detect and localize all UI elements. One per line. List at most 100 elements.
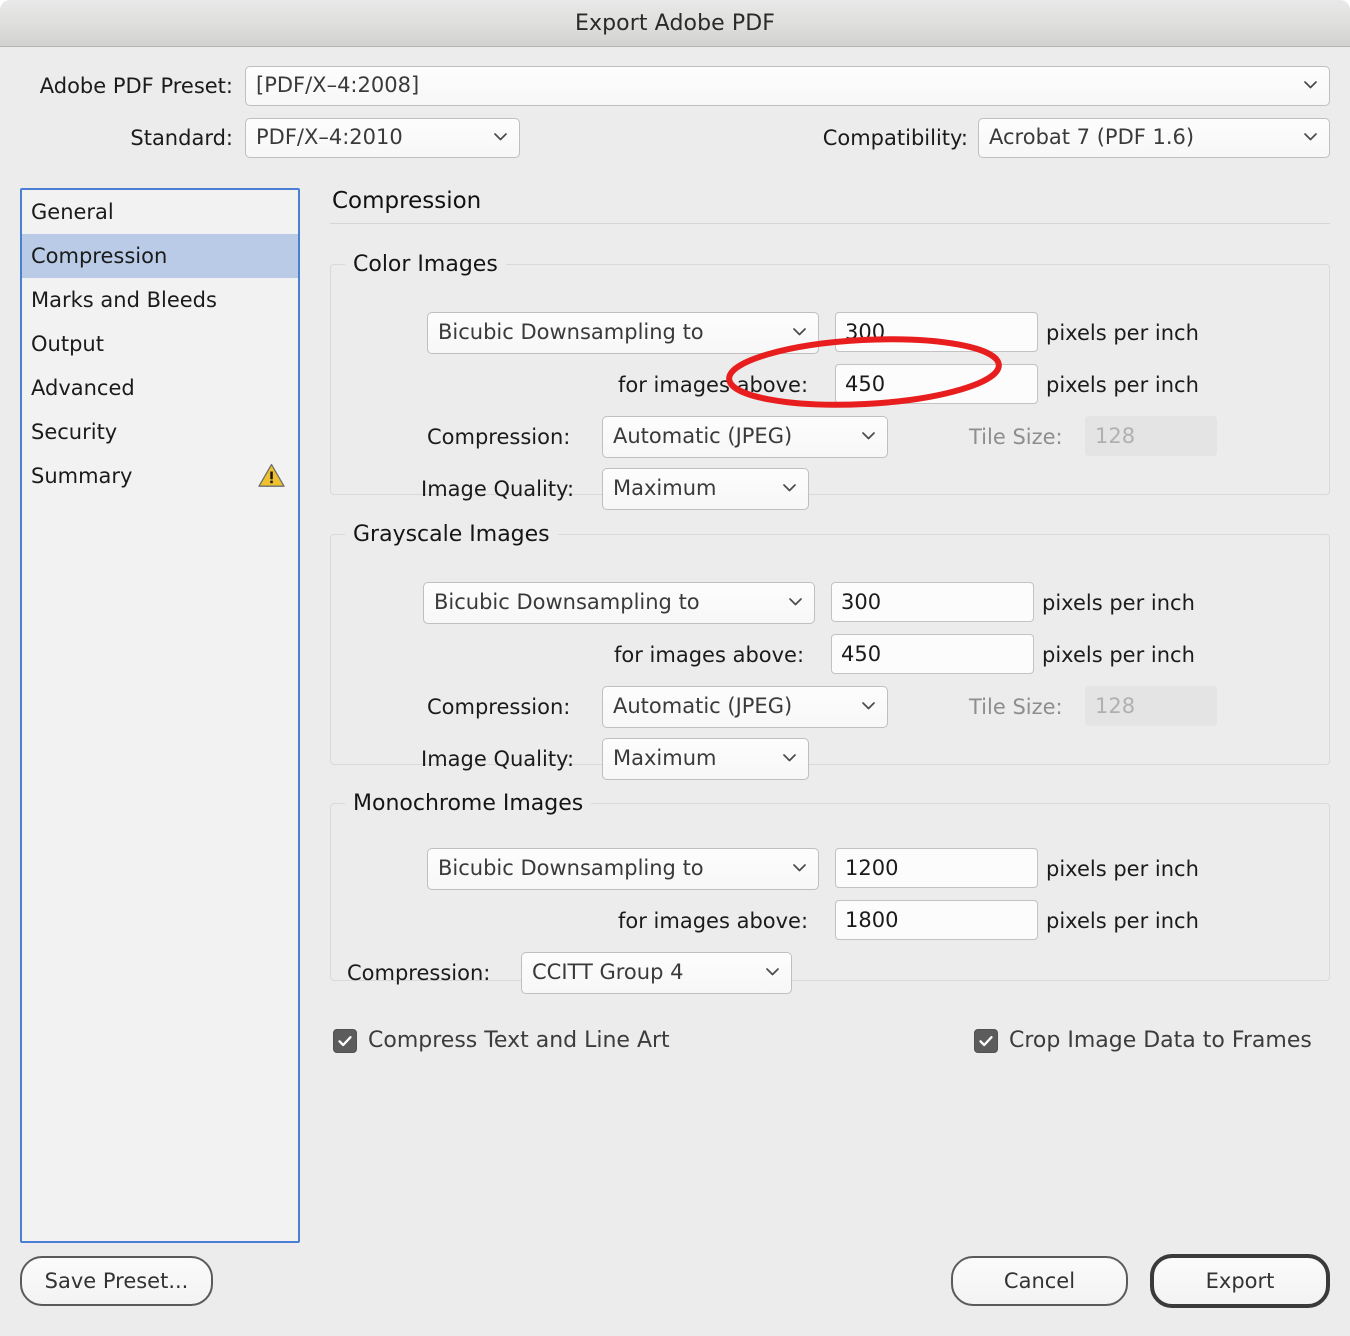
- compress-text-label: Compress Text and Line Art: [368, 1028, 670, 1053]
- chevron-down-icon: [862, 429, 875, 442]
- chevron-down-icon: [783, 751, 796, 764]
- crop-image-data-to-frames-checkbox[interactable]: Crop Image Data to Frames: [974, 1028, 1312, 1053]
- compatibility-dropdown[interactable]: Acrobat 7 (PDF 1.6): [978, 118, 1330, 158]
- grayscale-images-group: Grayscale Images Bicubic Downsampling to…: [330, 522, 1330, 780]
- sidebar-item-summary[interactable]: Summary: [22, 454, 298, 498]
- grayscale-compression-value: Automatic (JPEG): [613, 693, 793, 718]
- grayscale-above-unit-label: pixels per inch: [1042, 643, 1195, 667]
- chevron-down-icon: [1304, 78, 1317, 91]
- color-image-quality-dropdown[interactable]: Maximum: [602, 468, 809, 510]
- sidebar-item-output[interactable]: Output: [22, 322, 298, 366]
- sidebar-item-label: General: [31, 200, 114, 224]
- color-above-ppi-input[interactable]: 450: [835, 364, 1038, 404]
- standard-label: Standard:: [130, 126, 233, 150]
- crop-image-data-label: Crop Image Data to Frames: [1009, 1028, 1312, 1053]
- monochrome-above-ppi-input[interactable]: 1800: [835, 900, 1038, 940]
- color-above-unit-label: pixels per inch: [1046, 373, 1199, 397]
- chevron-down-icon: [1304, 130, 1317, 143]
- color-image-quality-label: Image Quality:: [421, 477, 575, 501]
- monochrome-above-label: for images above:: [618, 909, 809, 933]
- sidebar-item-label: Marks and Bleeds: [31, 288, 217, 312]
- export-label: Export: [1205, 1269, 1275, 1293]
- adobe-pdf-preset-dropdown[interactable]: [PDF/X–4:2008]: [245, 66, 1330, 106]
- color-downsample-unit-label: pixels per inch: [1046, 321, 1199, 345]
- chevron-down-icon: [783, 481, 796, 494]
- save-preset-button[interactable]: Save Preset...: [20, 1256, 213, 1306]
- color-images-legend: Color Images: [353, 252, 498, 277]
- save-preset-label: Save Preset...: [44, 1269, 189, 1293]
- checkbox-checked-icon: [974, 1028, 998, 1053]
- compatibility-label: Compatibility:: [822, 126, 968, 150]
- panel-title: Compression: [332, 188, 482, 214]
- export-adobe-pdf-dialog: Export Adobe PDF Adobe PDF Preset: [PDF/…: [0, 0, 1350, 1336]
- grayscale-compression-label: Compression:: [427, 695, 571, 719]
- grayscale-tile-size-value: 128: [1095, 694, 1136, 718]
- compatibility-value: Acrobat 7 (PDF 1.6): [989, 124, 1195, 149]
- chevron-down-icon: [494, 130, 507, 143]
- monochrome-downsample-method-value: Bicubic Downsampling to: [438, 855, 704, 880]
- color-tile-size-label: Tile Size:: [969, 425, 1063, 449]
- monochrome-above-ppi-value: 1800: [845, 908, 899, 932]
- compression-panel: Compression Color Images Bicubic Downsam…: [330, 188, 1330, 994]
- chevron-down-icon: [793, 861, 806, 874]
- settings-category-list[interactable]: General Compression Marks and Bleeds Out…: [20, 188, 300, 1243]
- chevron-down-icon: [789, 595, 802, 608]
- sidebar-item-security[interactable]: Security: [22, 410, 298, 454]
- sidebar-item-general[interactable]: General: [22, 190, 298, 234]
- sidebar-item-label: Output: [31, 332, 104, 356]
- chevron-down-icon: [862, 699, 875, 712]
- grayscale-downsample-unit-label: pixels per inch: [1042, 591, 1195, 615]
- color-tile-size-value: 128: [1095, 424, 1136, 448]
- color-image-quality-value: Maximum: [613, 475, 717, 500]
- sidebar-item-label: Advanced: [31, 376, 135, 400]
- grayscale-tile-size-input: 128: [1085, 686, 1217, 726]
- chevron-down-icon: [793, 325, 806, 338]
- monochrome-compression-dropdown[interactable]: CCITT Group 4: [521, 952, 792, 994]
- sidebar-item-label: Compression: [31, 244, 168, 268]
- monochrome-images-group: Monochrome Images Bicubic Downsampling t…: [330, 791, 1330, 994]
- sidebar-item-marks-and-bleeds[interactable]: Marks and Bleeds: [22, 278, 298, 322]
- warning-triangle-icon: [258, 463, 285, 488]
- sidebar-item-compression[interactable]: Compression: [22, 234, 298, 278]
- grayscale-compression-dropdown[interactable]: Automatic (JPEG): [602, 686, 888, 728]
- title-bar: Export Adobe PDF: [0, 0, 1350, 47]
- color-images-group: Color Images Bicubic Downsampling to 300…: [330, 252, 1330, 510]
- grayscale-tile-size-label: Tile Size:: [969, 695, 1063, 719]
- color-tile-size-input: 128: [1085, 416, 1217, 456]
- panel-title-divider: [330, 223, 1330, 224]
- compress-text-and-line-art-checkbox[interactable]: Compress Text and Line Art: [333, 1028, 670, 1053]
- color-downsample-ppi-input[interactable]: 300: [835, 312, 1038, 352]
- chevron-down-icon: [766, 965, 779, 978]
- adobe-pdf-preset-label: Adobe PDF Preset:: [39, 74, 233, 98]
- grayscale-image-quality-dropdown[interactable]: Maximum: [602, 738, 809, 780]
- grayscale-downsample-ppi-value: 300: [841, 590, 882, 614]
- sidebar-item-label: Security: [31, 420, 118, 444]
- grayscale-above-label: for images above:: [614, 643, 805, 667]
- color-above-label: for images above:: [618, 373, 809, 397]
- color-downsample-ppi-value: 300: [845, 320, 886, 344]
- color-compression-dropdown[interactable]: Automatic (JPEG): [602, 416, 888, 458]
- monochrome-downsample-unit-label: pixels per inch: [1046, 857, 1199, 881]
- grayscale-downsample-method-dropdown[interactable]: Bicubic Downsampling to: [423, 582, 815, 624]
- monochrome-images-legend: Monochrome Images: [353, 791, 584, 816]
- checkbox-checked-icon: [333, 1028, 357, 1053]
- cancel-button[interactable]: Cancel: [951, 1256, 1128, 1306]
- standard-dropdown[interactable]: PDF/X–4:2010: [245, 118, 520, 158]
- color-compression-value: Automatic (JPEG): [613, 423, 793, 448]
- monochrome-downsample-ppi-value: 1200: [845, 856, 899, 880]
- monochrome-compression-label: Compression:: [347, 961, 491, 985]
- standard-value: PDF/X–4:2010: [256, 124, 403, 149]
- sidebar-item-advanced[interactable]: Advanced: [22, 366, 298, 410]
- grayscale-above-ppi-input[interactable]: 450: [831, 634, 1034, 674]
- color-downsample-method-dropdown[interactable]: Bicubic Downsampling to: [427, 312, 819, 354]
- sidebar-item-label: Summary: [31, 464, 133, 488]
- monochrome-above-unit-label: pixels per inch: [1046, 909, 1199, 933]
- grayscale-image-quality-label: Image Quality:: [421, 747, 575, 771]
- monochrome-compression-value: CCITT Group 4: [532, 959, 684, 984]
- grayscale-downsample-method-value: Bicubic Downsampling to: [434, 589, 700, 614]
- cancel-label: Cancel: [1003, 1269, 1076, 1293]
- monochrome-downsample-method-dropdown[interactable]: Bicubic Downsampling to: [427, 848, 819, 890]
- export-button[interactable]: Export: [1150, 1254, 1330, 1308]
- grayscale-downsample-ppi-input[interactable]: 300: [831, 582, 1034, 622]
- monochrome-downsample-ppi-input[interactable]: 1200: [835, 848, 1038, 888]
